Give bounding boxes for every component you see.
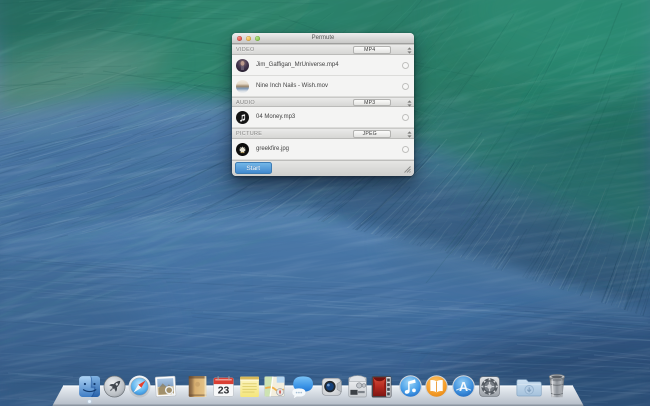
svg-text:A: A	[459, 380, 468, 394]
svg-text:23: 23	[218, 386, 230, 397]
